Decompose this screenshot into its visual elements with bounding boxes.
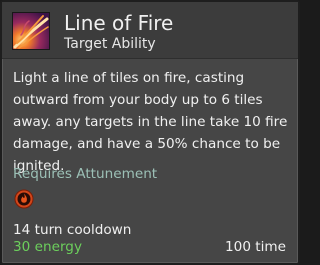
ability-description: Light a line of tiles on fire, casting o… [13,70,288,174]
ability-name: Line of Fire [64,11,174,35]
ability-type: Target Ability [64,36,156,52]
line-of-fire-icon [12,12,50,50]
energy-cost: 30 energy [13,239,82,255]
fire-attunement-icon [14,189,34,209]
tooltip-header: Line of Fire Target Ability [2,2,298,59]
cooldown-text: 14 turn cooldown [13,222,132,238]
requirement-text: Requires Attunement [13,166,158,182]
ability-tooltip: Line of Fire Target Ability Light a line… [0,0,300,265]
time-cost: 100 time [225,239,286,255]
